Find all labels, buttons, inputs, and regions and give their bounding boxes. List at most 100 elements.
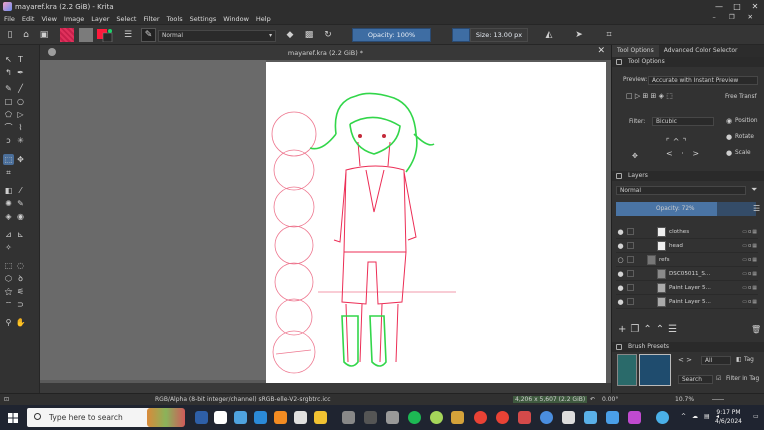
polyline-tool-icon[interactable]: ▷: [15, 109, 26, 120]
app-icon[interactable]: [234, 411, 247, 424]
eye-icon[interactable]: ●: [616, 242, 625, 250]
app-icon[interactable]: [606, 411, 619, 424]
maximize-button[interactable]: □: [728, 0, 746, 13]
checkbox[interactable]: [627, 256, 634, 263]
layer-flags-icon[interactable]: ▭α▦: [742, 299, 758, 305]
firefox-icon[interactable]: [274, 411, 287, 424]
tab-advanced-color-selector[interactable]: Advanced Color Selector: [659, 45, 743, 57]
blend-mode-select[interactable]: Normal ▾: [158, 30, 276, 42]
menu-view[interactable]: View: [41, 15, 56, 23]
crop-icon[interactable]: ⌗: [603, 28, 615, 42]
doc-restore-icon[interactable]: ❐: [729, 13, 735, 21]
brush-filter-select[interactable]: All: [701, 356, 731, 365]
free-transform-label[interactable]: Free Transf: [725, 94, 757, 100]
hamburger-menu-icon[interactable]: ☰: [753, 204, 760, 213]
rectangle-tool-icon[interactable]: □: [3, 96, 14, 107]
bezier-select-icon[interactable]: ⌔: [3, 299, 14, 310]
menu-edit[interactable]: Edit: [22, 15, 35, 23]
app-icon[interactable]: [540, 411, 553, 424]
layer-row[interactable]: ● clothes ▭α▦: [616, 225, 758, 239]
layer-row[interactable]: ○ refs ▭α▦: [616, 253, 758, 267]
bezier-tool-icon[interactable]: ⌒: [3, 122, 14, 133]
size-slider-fill[interactable]: [452, 28, 470, 42]
anchor-grid-icon[interactable]: < · >: [666, 149, 702, 158]
checkbox-checked-icon[interactable]: ☑: [716, 376, 721, 382]
color-picker-icon[interactable]: ⁄: [15, 185, 26, 196]
crop-tool-icon[interactable]: ⌗: [3, 167, 14, 178]
reference-tool-icon[interactable]: ✧: [3, 242, 14, 253]
menu-settings[interactable]: Settings: [190, 15, 217, 23]
smart-patch-icon[interactable]: ✎: [15, 198, 26, 209]
radio-icon[interactable]: ●: [726, 149, 732, 157]
spotify-icon[interactable]: [408, 411, 421, 424]
system-clock[interactable]: 9:17 PM 4/6/2024: [715, 408, 742, 426]
mirror-horizontal-icon[interactable]: ◭: [543, 28, 555, 42]
rect-select-icon[interactable]: ⬚: [3, 260, 14, 271]
edge-icon[interactable]: [254, 411, 267, 424]
move-tool-icon[interactable]: ✥: [15, 154, 26, 165]
checkbox[interactable]: [627, 270, 634, 277]
layer-blend-select[interactable]: Normal: [616, 186, 746, 195]
calligraphy-icon[interactable]: ✒: [15, 67, 26, 78]
minimize-button[interactable]: —: [710, 0, 728, 13]
tag-label[interactable]: Tag: [744, 357, 754, 363]
layer-row[interactable]: ● head ▭α▦: [616, 239, 758, 253]
menu-layer[interactable]: Layer: [91, 15, 109, 23]
rotate-icon[interactable]: ↶: [590, 396, 595, 403]
measure-tool-icon[interactable]: ⊾: [15, 229, 26, 240]
app-icon[interactable]: [518, 411, 531, 424]
folder-icon[interactable]: [314, 411, 327, 424]
doc-minimize-icon[interactable]: –: [712, 13, 715, 21]
drawing-canvas[interactable]: [266, 62, 606, 383]
layer-row[interactable]: ● Paint Layer 5... ▭α▦: [616, 295, 758, 309]
tray-up-chevron-icon[interactable]: ^: [681, 413, 686, 420]
weather-widget-icon[interactable]: [147, 408, 185, 427]
radio-icon[interactable]: ●: [726, 133, 732, 141]
explorer-icon[interactable]: [294, 411, 307, 424]
assistant-tool-icon[interactable]: ⊿: [3, 229, 14, 240]
dynamic-brush-icon[interactable]: ↄ: [3, 135, 14, 146]
colorize-mask-icon[interactable]: ✺: [3, 198, 14, 209]
layer-opacity-slider[interactable]: Opacity: 72%: [616, 202, 756, 216]
brush-preset-thumb-selected[interactable]: [639, 354, 671, 386]
menu-select[interactable]: Select: [116, 15, 136, 23]
gradient-swatch[interactable]: [60, 28, 74, 42]
windows-start-icon[interactable]: [8, 413, 18, 423]
network-icon[interactable]: ▤: [704, 413, 710, 420]
eye-icon[interactable]: ●: [616, 270, 625, 278]
document-tab[interactable]: mayaref.kra (2.2 GiB) * ✕: [40, 45, 611, 60]
freehand-select-icon[interactable]: ꝺ: [15, 273, 26, 284]
open-folder-icon[interactable]: ⌂: [20, 28, 32, 42]
eye-icon[interactable]: ●: [616, 284, 625, 292]
size-slider[interactable]: Size: 13.00 px: [470, 28, 528, 42]
task-view-icon[interactable]: [195, 411, 208, 424]
close-button[interactable]: ✕: [746, 0, 764, 13]
new-document-icon[interactable]: ▯: [4, 28, 16, 42]
layer-actions-icons[interactable]: +❐⌃⌃☰: [618, 324, 681, 335]
tab-tool-options[interactable]: Tool Options: [612, 45, 659, 57]
app-icon[interactable]: [430, 411, 443, 424]
doc-close-icon[interactable]: ✕: [748, 13, 753, 21]
line-tool-icon[interactable]: ╱: [15, 83, 26, 94]
position-option[interactable]: Position: [735, 118, 758, 124]
horizontal-scrollbar[interactable]: [40, 383, 611, 393]
brush-presets-list-icon[interactable]: ☰: [122, 28, 134, 42]
chrome-icon[interactable]: [496, 411, 509, 424]
similar-select-icon[interactable]: ⚟: [15, 286, 26, 297]
crosshair-icon[interactable]: ✥: [632, 152, 638, 160]
eye-icon[interactable]: ●: [616, 228, 625, 236]
reload-preset-icon[interactable]: ↻: [322, 28, 334, 42]
layer-flags-icon[interactable]: ▭α▦: [742, 271, 758, 277]
krita-taskbar-icon[interactable]: [628, 411, 641, 424]
text-tool-icon[interactable]: T: [15, 54, 26, 65]
zoom-slider[interactable]: ⎯⎯⎯⎯: [712, 396, 724, 404]
filter-funnel-icon[interactable]: ⏷: [751, 185, 757, 195]
edit-shapes-icon[interactable]: ↰: [3, 67, 14, 78]
app-icon[interactable]: [386, 411, 399, 424]
layer-row[interactable]: ● DSC05011_S... ▭α▦: [616, 267, 758, 281]
checkbox[interactable]: [627, 298, 634, 305]
layer-row[interactable]: ● Paint Layer 5... ▭α▦: [616, 281, 758, 295]
checkbox[interactable]: [627, 242, 634, 249]
menu-window[interactable]: Window: [223, 15, 249, 23]
current-brush-icon[interactable]: ✎: [141, 28, 156, 42]
